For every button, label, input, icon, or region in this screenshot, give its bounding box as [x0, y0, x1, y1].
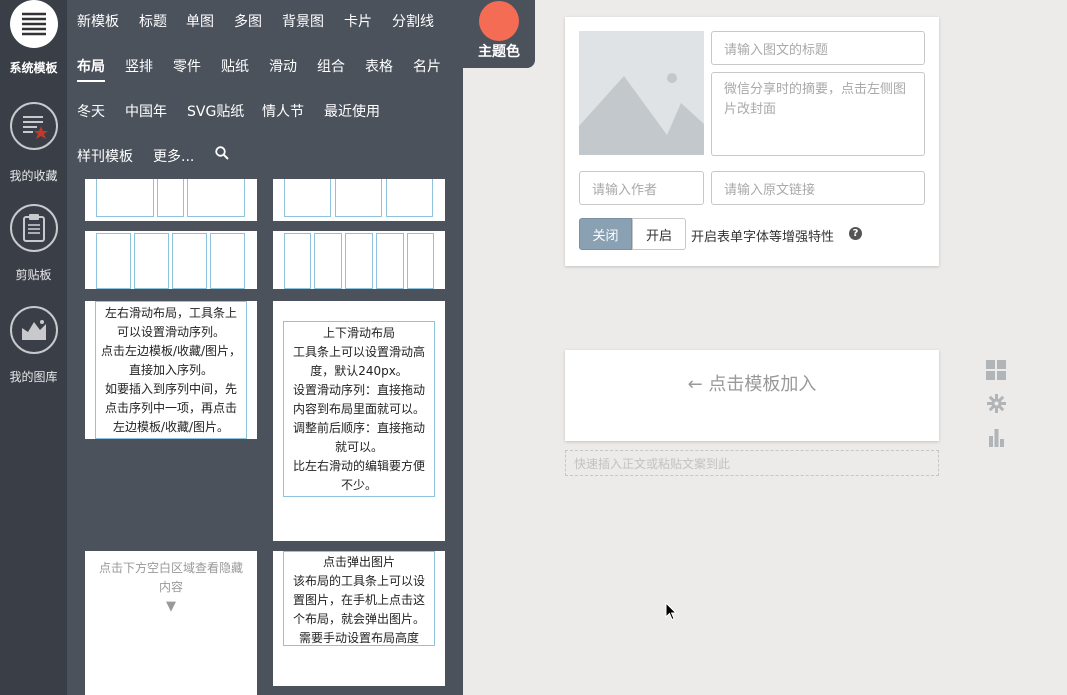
gear-icon[interactable]	[986, 393, 1008, 415]
tab-slide[interactable]: 滑动	[269, 56, 297, 76]
article-meta-card: 请输入图文的标题 微信分享时的摘要，点击左侧图片改封面 请输入作者 请输入原文链…	[565, 17, 939, 266]
layout-template-5col[interactable]	[273, 231, 445, 289]
tab-table[interactable]: 表格	[365, 56, 393, 76]
enhance-features-label: 开启表单字体等增强特性	[691, 230, 835, 245]
tab-new-template[interactable]: 新模板	[77, 11, 119, 31]
layout-template-3col-b[interactable]	[273, 179, 445, 221]
template-text: 该布局的工具条上可以设置图片，在手机上点击这个布局，就会弹出图片。	[292, 574, 425, 626]
rail-system-templates[interactable]: 系统模板	[0, 0, 67, 76]
template-text: 如要插入到序列中间，先点击序列中一项，再点击左边模板/收藏/图片。	[104, 382, 237, 434]
template-text: 调整前后顺序：直接拖动就可以。	[292, 421, 425, 454]
tab-layout[interactable]: 布局	[77, 56, 105, 82]
template-text: 上下滑动布局	[322, 326, 395, 340]
popup-image-template[interactable]: 点击弹出图片 该布局的工具条上可以设置图片，在手机上点击这个布局，就会弹出图片。…	[273, 551, 445, 686]
template-text: 点击左边模板/收藏/图片，直接加入序列。	[100, 344, 242, 377]
source-link-input[interactable]: 请输入原文链接	[711, 171, 925, 205]
rail-label: 系统模板	[9, 61, 58, 75]
grid-icon[interactable]	[986, 360, 1008, 382]
cursor-icon	[665, 601, 678, 621]
search-icon[interactable]	[215, 145, 229, 164]
rail-favorites[interactable]: 我的收藏	[0, 102, 67, 184]
vertical-slide-template[interactable]: 上下滑动布局 工具条上可以设置滑动高度，默认240px。 设置滑动序列：直接拖动…	[273, 301, 445, 541]
template-text: 点击下方空白区域查看隐藏内容	[98, 561, 243, 594]
bar-chart-icon[interactable]	[986, 427, 1008, 449]
favorites-icon	[9, 102, 58, 150]
rail-label: 我的收藏	[9, 169, 58, 183]
hidden-content-template[interactable]: 点击下方空白区域查看隐藏内容 ▼	[85, 551, 257, 695]
left-rail: 系统模板 我的收藏 剪贴板 我的图库	[0, 0, 67, 695]
tab-valentine[interactable]: 情人节	[262, 101, 304, 121]
triangle-down-icon: ▼	[166, 599, 176, 614]
tab-chinese-new-year[interactable]: 中国年	[125, 101, 167, 121]
drop-hint: ← 点击模板加入	[687, 374, 817, 395]
image-placeholder-icon	[579, 31, 704, 155]
summary-textarea[interactable]: 微信分享时的摘要，点击左侧图片改封面	[711, 72, 925, 156]
horizontal-slide-template[interactable]: 左右滑动布局，工具条上可以设置滑动序列。 点击左边模板/收藏/图片，直接加入序列…	[85, 301, 257, 439]
tab-stickers[interactable]: 贴纸	[221, 56, 249, 76]
rail-label: 我的图库	[9, 370, 58, 384]
tab-business-card[interactable]: 名片	[413, 56, 441, 76]
template-text: 比左右滑动的编辑要方便不少。	[292, 459, 425, 492]
template-text: 左右滑动布局，工具条上可以设置滑动序列。	[104, 306, 237, 339]
template-text: 需要手动设置布局高度	[298, 631, 419, 645]
tab-vertical[interactable]: 竖排	[125, 56, 153, 76]
on-toggle-button[interactable]: 开启	[632, 218, 686, 250]
tab-svg-stickers[interactable]: SVG贴纸	[187, 101, 244, 121]
tab-background[interactable]: 背景图	[282, 11, 324, 31]
tab-winter[interactable]: 冬天	[77, 101, 105, 121]
cover-image[interactable]	[579, 31, 704, 155]
tab-recent[interactable]: 最近使用	[324, 101, 380, 121]
tab-title[interactable]: 标题	[139, 11, 167, 31]
template-text: 设置滑动序列：直接拖动内容到布局里面就可以。	[292, 383, 425, 416]
image-library-icon	[9, 306, 58, 354]
editor-drop-area[interactable]: ← 点击模板加入	[565, 350, 939, 441]
menu-icon	[9, 0, 58, 48]
tab-sample-templates[interactable]: 样刊模板	[77, 146, 133, 166]
tab-multi-image[interactable]: 多图	[234, 11, 262, 31]
layout-template-4col[interactable]	[85, 231, 257, 289]
tab-divider[interactable]: 分割线	[392, 11, 434, 31]
theme-color-label: 主题色	[478, 44, 520, 60]
theme-color-button[interactable]: 主题色	[463, 0, 535, 68]
rail-label: 剪贴板	[15, 268, 52, 282]
rail-clipboard[interactable]: 剪贴板	[0, 204, 67, 283]
template-list: 左右滑动布局，工具条上可以设置滑动序列。 点击左边模板/收藏/图片，直接加入序列…	[67, 179, 463, 695]
quick-paste-area[interactable]: 快速插入正文或粘贴文案到此	[565, 450, 939, 476]
tab-combo[interactable]: 组合	[317, 56, 345, 76]
tab-more[interactable]: 更多...	[153, 146, 194, 166]
help-icon[interactable]: ?	[849, 227, 862, 240]
rail-my-images[interactable]: 我的图库	[0, 306, 67, 385]
tab-parts[interactable]: 零件	[173, 56, 201, 76]
template-text: 点击弹出图片	[322, 555, 395, 569]
off-toggle-button[interactable]: 关闭	[579, 218, 632, 250]
tab-card[interactable]: 卡片	[344, 11, 372, 31]
title-input[interactable]: 请输入图文的标题	[711, 31, 925, 65]
template-text: 工具条上可以设置滑动高度，默认240px。	[292, 345, 425, 378]
theme-color-swatch	[479, 1, 519, 41]
clipboard-icon	[9, 204, 58, 252]
tab-single-image[interactable]: 单图	[186, 11, 214, 31]
template-panel: 新模板 标题 单图 多图 背景图 卡片 分割线 布局 竖排 零件 贴纸 滑动 组…	[67, 0, 463, 695]
author-input[interactable]: 请输入作者	[579, 171, 704, 205]
layout-template-3col[interactable]	[85, 179, 257, 221]
